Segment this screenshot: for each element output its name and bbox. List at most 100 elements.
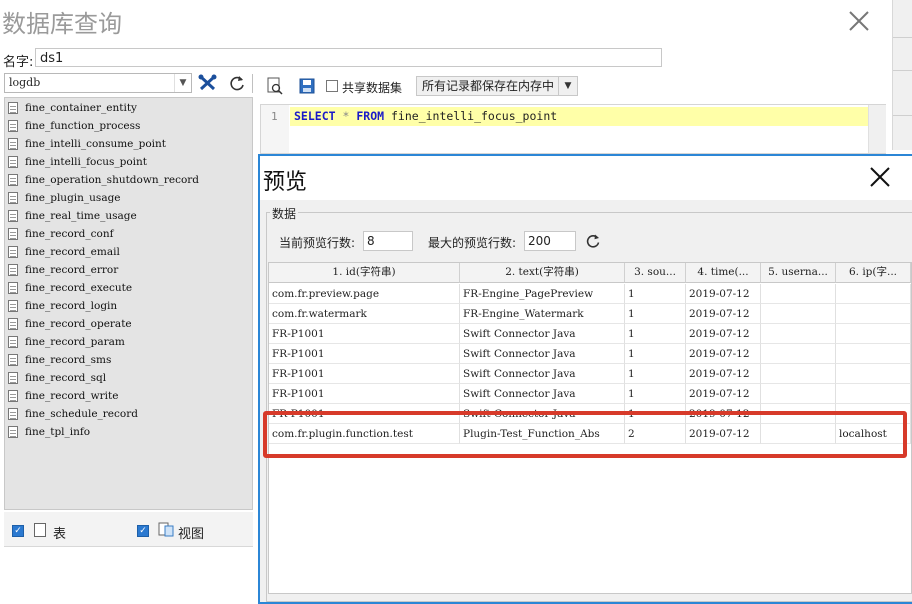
table-list-item[interactable]: fine_record_sms	[8, 352, 111, 368]
show-views-checkbox[interactable]: ✓	[137, 525, 149, 537]
table-list-item[interactable]: fine_record_email	[8, 244, 120, 260]
table-list-item[interactable]: fine_plugin_usage	[8, 190, 121, 206]
table-list-item[interactable]: fine_container_entity	[8, 100, 137, 116]
table-cell[interactable]: FR-P1001	[269, 344, 460, 364]
table-cell[interactable]	[761, 344, 836, 364]
column-header[interactable]: 6. ip(字...	[836, 263, 911, 283]
table-cell[interactable]: 2019-07-12	[686, 384, 761, 404]
table-list-item[interactable]: fine_operation_shutdown_record	[8, 172, 199, 188]
table-list-item[interactable]: fine_record_conf	[8, 226, 114, 242]
column-header[interactable]: 1. id(字符串)	[269, 263, 460, 283]
chevron-down-icon[interactable]: ▼	[174, 74, 191, 92]
table-cell[interactable]: FR-P1001	[269, 364, 460, 384]
table-list-item[interactable]: fine_intelli_focus_point	[8, 154, 147, 170]
table-list-item[interactable]: fine_record_login	[8, 298, 117, 314]
table-cell[interactable]: Swift Connector Java	[460, 324, 625, 344]
memory-mode-value: 所有记录都保存在内存中	[422, 79, 555, 93]
refresh-icon[interactable]	[226, 73, 248, 93]
table-list-item-label: fine_intelli_focus_point	[25, 156, 147, 168]
line-number: 1	[271, 110, 278, 123]
table-list-item[interactable]: fine_function_process	[8, 118, 140, 134]
max-rows-input[interactable]: 200	[524, 231, 576, 251]
table-cell[interactable]: 1	[625, 384, 686, 404]
chevron-down-icon[interactable]: ▼	[558, 77, 577, 95]
name-input[interactable]: ds1	[35, 48, 662, 67]
table-cell[interactable]: FR-Engine_Watermark	[460, 304, 625, 324]
close-icon[interactable]	[868, 165, 892, 189]
table-cell[interactable]: 2019-07-12	[686, 364, 761, 384]
table-cell[interactable]: Swift Connector Java	[460, 344, 625, 364]
table-cell[interactable]	[761, 364, 836, 384]
preview-icon[interactable]	[266, 77, 284, 95]
table-list-item[interactable]: fine_record_sql	[8, 370, 106, 386]
table-list-item[interactable]: fine_tpl_info	[8, 424, 90, 440]
table-list-item[interactable]: fine_real_time_usage	[8, 208, 137, 224]
table-cell[interactable]: com.fr.watermark	[269, 304, 460, 324]
table-cell[interactable]	[836, 344, 911, 364]
table-icon	[8, 264, 18, 276]
table-icon	[8, 426, 18, 438]
table-list[interactable]: fine_container_entity fine_function_proce…	[4, 97, 253, 510]
table-cell[interactable]	[761, 284, 836, 304]
column-header[interactable]: 3. sou...	[625, 263, 686, 283]
table-list-item-label: fine_operation_shutdown_record	[25, 174, 200, 186]
table-list-item[interactable]: fine_record_error	[8, 262, 118, 278]
close-icon[interactable]	[846, 8, 872, 34]
refresh-icon[interactable]	[585, 233, 601, 249]
table-cell[interactable]	[836, 284, 911, 304]
table-list-item-label: fine_container_entity	[25, 102, 137, 114]
column-header[interactable]: 5. userna...	[761, 263, 836, 283]
table-cell[interactable]: 1	[625, 304, 686, 324]
table-list-item[interactable]: fine_record_param	[8, 334, 125, 350]
table-cell[interactable]: FR-P1001	[269, 324, 460, 344]
table-icon	[8, 138, 18, 150]
table-cell[interactable]	[836, 364, 911, 384]
table-list-item[interactable]: fine_record_execute	[8, 280, 132, 296]
editor-scrollbar[interactable]	[868, 105, 886, 153]
table-cell[interactable]	[761, 304, 836, 324]
table-cell[interactable]: 2019-07-12	[686, 284, 761, 304]
table-cell[interactable]: 2019-07-12	[686, 324, 761, 344]
table-list-item[interactable]: fine_record_write	[8, 388, 118, 404]
table-list-item-label: fine_record_execute	[25, 282, 133, 294]
preview-title: 预览	[263, 170, 308, 195]
table-search-input[interactable]	[4, 546, 253, 567]
database-select[interactable]: logdb ▼	[4, 73, 192, 93]
current-rows-input[interactable]: 8	[363, 231, 413, 251]
table-cell[interactable]	[836, 304, 911, 324]
table-cell[interactable]: 1	[625, 324, 686, 344]
table-list-item-label: fine_record_email	[25, 246, 120, 258]
table-list-item[interactable]: fine_schedule_record	[8, 406, 138, 422]
save-icon[interactable]	[298, 77, 316, 95]
table-cell[interactable]: 2019-07-12	[686, 344, 761, 364]
table-cell[interactable]: 1	[625, 364, 686, 384]
table-cell[interactable]	[836, 324, 911, 344]
table-cell[interactable]	[761, 384, 836, 404]
sql-text[interactable]: SELECT * FROM fine_intelli_focus_point	[294, 109, 557, 123]
table-cell[interactable]: FR-Engine_PagePreview	[460, 284, 625, 304]
table-cell[interactable]	[761, 324, 836, 344]
table-cell[interactable]: 2019-07-12	[686, 304, 761, 324]
name-label: 名字:	[3, 55, 34, 70]
tools-icon[interactable]	[197, 73, 219, 93]
show-tables-checkbox[interactable]: ✓	[12, 525, 24, 537]
table-icon	[8, 210, 18, 222]
table-cell[interactable]: Swift Connector Java	[460, 364, 625, 384]
table-cell[interactable]: 1	[625, 344, 686, 364]
table-cell[interactable]: 1	[625, 284, 686, 304]
table-list-item[interactable]: fine_record_operate	[8, 316, 132, 332]
column-header[interactable]: 4. time(...	[686, 263, 761, 283]
share-dataset-checkbox[interactable]	[326, 80, 338, 92]
table-cell[interactable]: Swift Connector Java	[460, 384, 625, 404]
table-list-item-label: fine_intelli_consume_point	[25, 138, 167, 150]
sql-keyword-from: FROM	[356, 109, 385, 123]
table-cell[interactable]	[836, 384, 911, 404]
table-cell[interactable]: com.fr.preview.page	[269, 284, 460, 304]
dialog-title: 数据库查询	[2, 10, 122, 38]
table-list-item[interactable]: fine_intelli_consume_point	[8, 136, 166, 152]
table-list-item-label: fine_record_error	[25, 264, 119, 276]
memory-mode-select[interactable]: 所有记录都保存在内存中 ▼	[416, 76, 578, 96]
column-header[interactable]: 2. text(字符串)	[460, 263, 625, 283]
table-cell[interactable]: FR-P1001	[269, 384, 460, 404]
table-list-item-label: fine_record_operate	[25, 318, 132, 330]
